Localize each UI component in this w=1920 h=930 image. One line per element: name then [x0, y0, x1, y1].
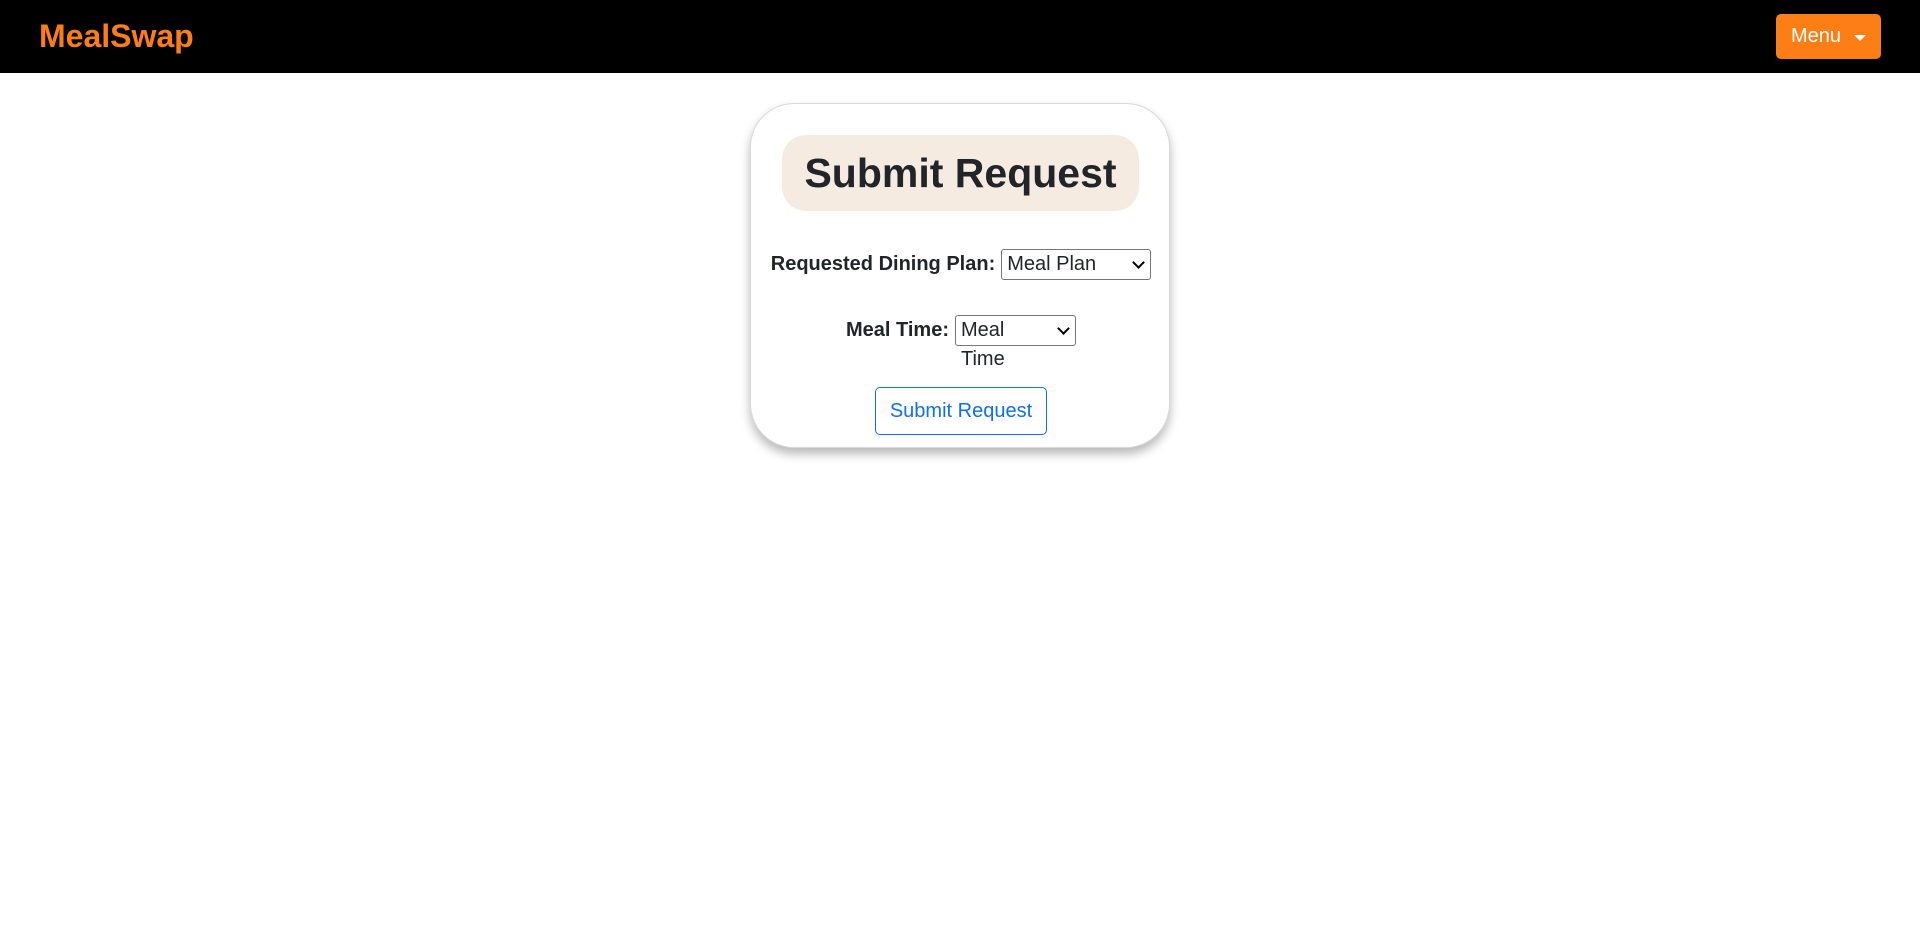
- meal-time-select[interactable]: Meal Time: [955, 315, 1076, 370]
- request-card: Submit Request Requested Dining Plan: Me…: [750, 103, 1170, 448]
- dining-plan-label: Requested Dining Plan:: [770, 253, 996, 275]
- brand-logo[interactable]: MealSwap: [39, 17, 194, 55]
- menu-button-label: Menu: [1791, 25, 1842, 47]
- menu-button[interactable]: Menu: [1776, 14, 1881, 59]
- dining-plan-row: Requested Dining Plan: Meal Plan: [751, 249, 1171, 280]
- meal-time-label: Meal Time:: [846, 319, 949, 341]
- caret-down-icon: [1854, 35, 1866, 41]
- submit-request-button[interactable]: Submit Request: [875, 387, 1047, 435]
- meal-time-row: Meal Time: Meal Time: [751, 315, 1171, 370]
- dining-plan-selected-value: Meal Plan: [1007, 253, 1097, 275]
- navbar: MealSwap Menu: [0, 0, 1920, 73]
- title-banner: Submit Request: [782, 135, 1139, 211]
- chevron-down-icon: [1132, 256, 1146, 269]
- dining-plan-select[interactable]: Meal Plan: [1001, 249, 1152, 280]
- page-title: Submit Request: [804, 149, 1117, 196]
- chevron-down-icon: [1057, 322, 1070, 335]
- meal-time-selected-value: Meal Time: [961, 319, 1005, 370]
